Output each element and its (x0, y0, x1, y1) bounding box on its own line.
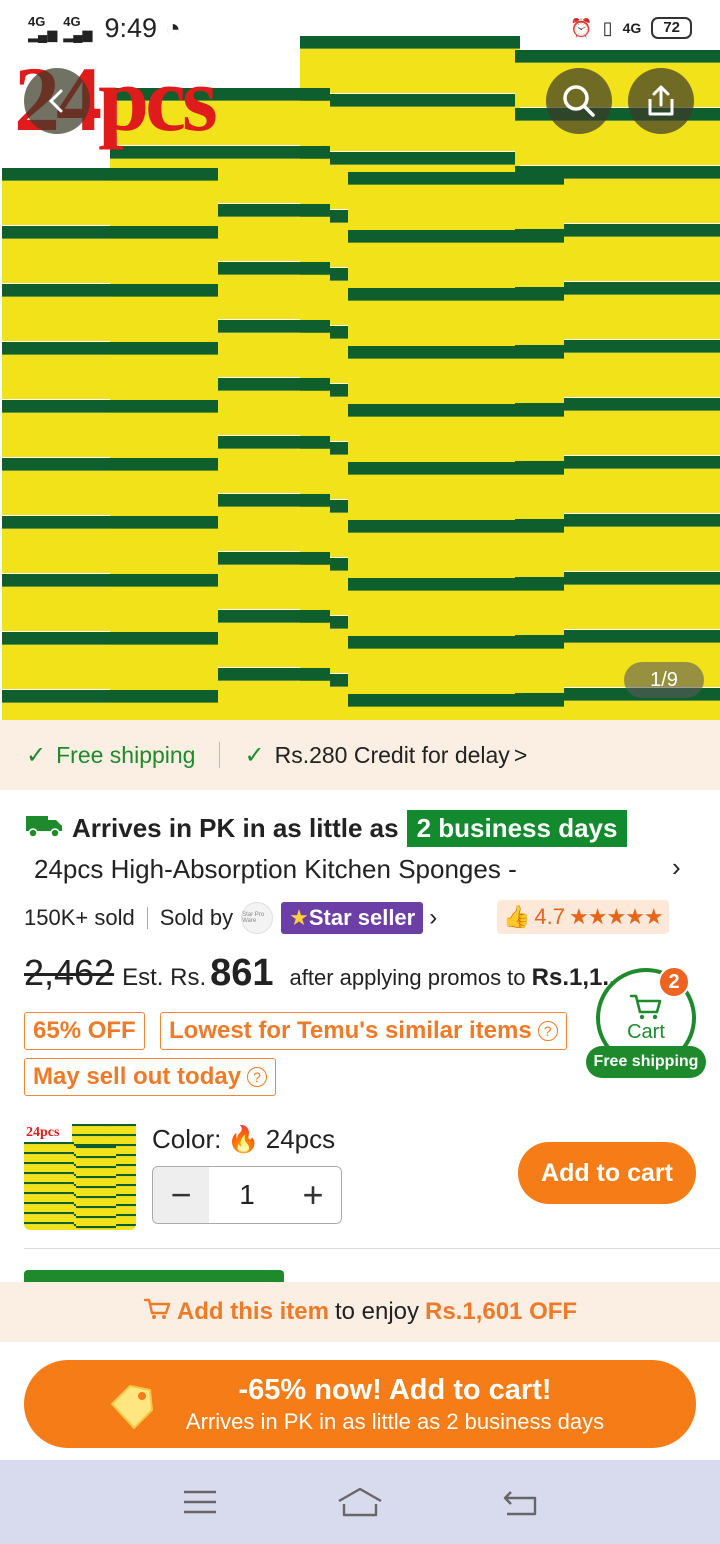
current-price: 861 (210, 952, 274, 994)
rating-badge[interactable]: 👍 4.7 ★★★★★ (497, 900, 669, 934)
search-icon (563, 85, 595, 117)
variant-thumbnail-image: 24pcs (24, 1124, 136, 1230)
cart-free-shipping-pill: Free shipping (586, 1046, 706, 1078)
arrival-estimate: Arrives in PK in as little as 2 business… (24, 806, 628, 850)
clock: 9:49 (104, 12, 157, 43)
cta-subline: Arrives in PK in as little as 2 business… (185, 1408, 605, 1434)
home-icon (338, 1487, 382, 1517)
search-button[interactable] (546, 68, 612, 134)
home-nav-button[interactable] (330, 1482, 390, 1522)
promo-strip[interactable]: Add this item to enjoy Rs.1,601 OFF (0, 1282, 720, 1342)
seller-meta-row: 150K+ sold Sold by Star Pro Ware ★Star s… (24, 898, 437, 938)
cart-label: Cart (627, 1020, 665, 1043)
arrival-text: Arrives in PK in as little as (72, 812, 399, 843)
thumbs-up-icon: 👍 (503, 904, 531, 929)
return-icon (503, 1491, 537, 1516)
shipping-info-band[interactable]: ✓ Free shipping ✓ Rs.280 Credit for dela… (0, 720, 720, 790)
divider (146, 907, 148, 929)
cart-count-badge: 2 (658, 966, 690, 998)
quantity-stepper: − 1 + (152, 1166, 342, 1224)
sellout-tag[interactable]: May sell out today? (24, 1058, 277, 1096)
increment-button[interactable]: + (285, 1167, 341, 1223)
chevron-right-icon: > (513, 741, 528, 768)
price-tag-icon (111, 1385, 153, 1429)
system-nav-bar (0, 1460, 720, 1544)
color-value: 24pcs (265, 1124, 336, 1154)
color-selection: Color: 🔥 24pcs (152, 1124, 336, 1154)
product-image-carousel[interactable]: 24pcs 1/9 (0, 0, 720, 720)
image-counter: 1/9 (624, 662, 704, 698)
cta-headline: -65% now! Add to cart! (238, 1373, 552, 1406)
sold-count: 150K+ sold (24, 905, 135, 930)
rating-value: 4.7 (534, 904, 565, 929)
thumbnail-logo-text: 24pcs (26, 1125, 60, 1140)
sync-icon: ◔ (165, 12, 181, 43)
alarm-icon: ⏰ (570, 17, 593, 38)
promo-middle-text: to enjoy (334, 1298, 419, 1325)
chevron-right-icon[interactable]: › (672, 852, 681, 883)
chevron-left-icon (48, 89, 63, 113)
sold-by-label: Sold by (159, 905, 234, 930)
back-button[interactable] (24, 68, 90, 134)
signal-indicator-2: 4G ▂▄▆ (63, 14, 93, 42)
quantity-value[interactable]: 1 (209, 1167, 285, 1223)
share-button[interactable] (628, 68, 694, 134)
cart-icon (629, 994, 662, 1019)
network-label: 4G (622, 20, 642, 36)
lowest-price-tag[interactable]: Lowest for Temu's similar items? (160, 1012, 567, 1050)
after-promos-text: after applying promos to Rs.1,1... (289, 964, 623, 991)
variant-thumbnail[interactable]: 24pcs (24, 1118, 136, 1230)
check-icon: ✓ (244, 741, 265, 769)
help-icon: ? (247, 1067, 268, 1087)
divider (219, 742, 221, 768)
est-price-label: Est. Rs. (122, 964, 207, 991)
flame-icon: 🔥 (227, 1124, 260, 1154)
product-title[interactable]: 24pcs High-Absorption Kitchen Sponges - (34, 854, 654, 885)
free-shipping-label: Free shipping (56, 741, 196, 768)
signal-indicator-1: 4G ▂▄▆ (28, 14, 58, 42)
menu-icon (184, 1490, 216, 1514)
menu-nav-button[interactable] (170, 1482, 230, 1522)
share-icon (648, 85, 674, 116)
delivery-truck-icon (24, 811, 64, 846)
promo-cta-text: Add this item (176, 1298, 329, 1325)
vibrate-icon: ▯ (602, 17, 613, 38)
status-bar: 4G ▂▄▆ 4G ▂▄▆ 9:49 ◔ ⏰ ▯ 4G 72 (0, 0, 720, 56)
credit-delay-label: Rs.280 Credit for delay (274, 741, 510, 768)
price-row: 2,462 Est. Rs. 861 after applying promos… (24, 952, 622, 1002)
check-icon: ✓ (26, 741, 47, 769)
star-seller-badge[interactable]: ★Star seller (281, 902, 424, 934)
promo-amount: Rs.1,601 OFF (425, 1298, 578, 1325)
add-to-cart-button[interactable]: Add to cart (518, 1142, 696, 1204)
help-icon: ? (537, 1021, 558, 1041)
big-add-to-cart-button[interactable]: -65% now! Add to cart! Arrives in PK in … (24, 1360, 696, 1448)
chevron-right-icon[interactable]: › (429, 904, 437, 932)
arrival-days-badge: 2 business days (406, 809, 628, 847)
original-price: 2,462 (24, 952, 115, 993)
next-section-peek (24, 1270, 284, 1282)
star-icon: ★ (289, 905, 309, 930)
battery-indicator: 72 (651, 17, 692, 39)
divider (24, 1248, 720, 1249)
cart-add-icon (143, 1297, 171, 1328)
decrement-button[interactable]: − (153, 1167, 209, 1223)
discount-tag: 65% OFF (24, 1012, 145, 1050)
rating-stars: ★★★★★ (569, 904, 664, 929)
seller-logo[interactable]: Star Pro Ware (241, 902, 274, 934)
back-nav-button[interactable] (490, 1482, 550, 1522)
